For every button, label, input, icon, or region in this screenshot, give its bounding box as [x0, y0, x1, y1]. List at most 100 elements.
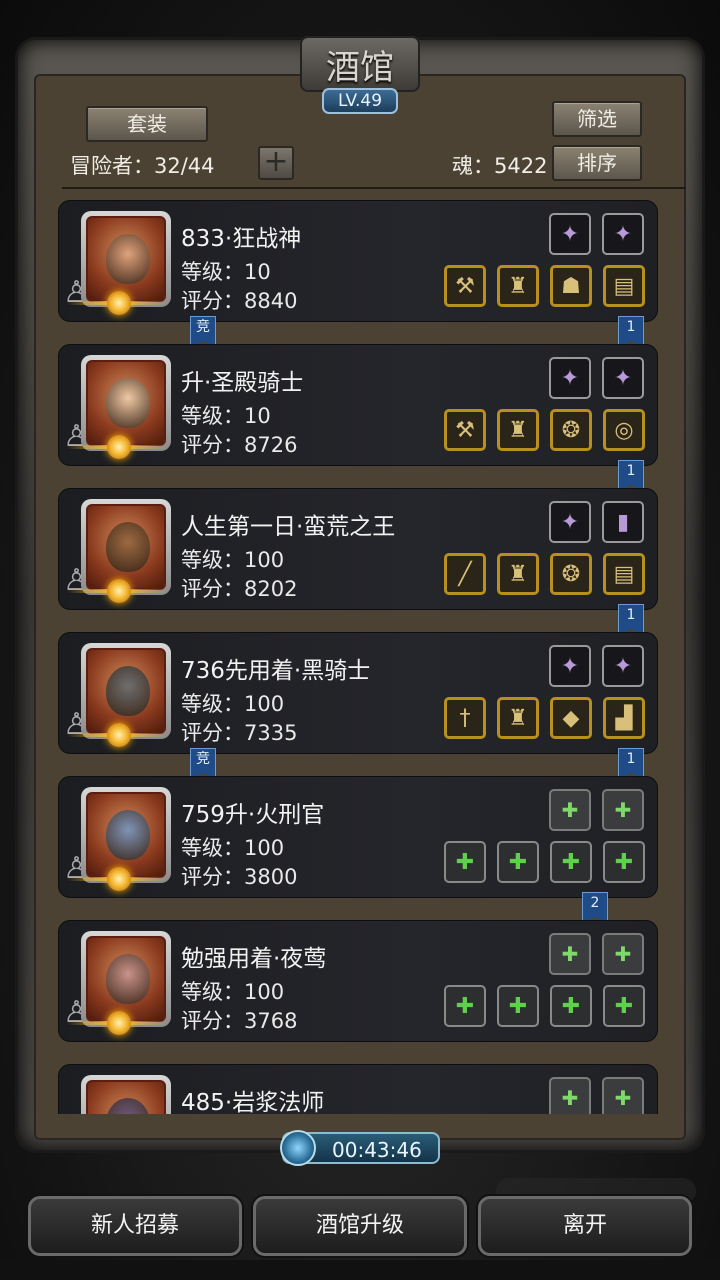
- walk-status-icon: ♙: [63, 851, 90, 886]
- recruit-button[interactable]: 新人招募: [28, 1196, 242, 1256]
- hero-name: 833·狂战神: [181, 226, 302, 252]
- hero-face: [106, 234, 150, 284]
- armor-icon[interactable]: ♜: [497, 553, 539, 595]
- mask-icon[interactable]: ☗: [550, 265, 592, 307]
- empty-equip-slot-icon[interactable]: ✚: [550, 841, 592, 883]
- crystal-icon[interactable]: ✦: [549, 213, 591, 255]
- hero-portrait: [86, 792, 166, 878]
- hammer-icon[interactable]: ⚒: [444, 409, 486, 451]
- hero-card[interactable]: ♙ 759升·火刑官 等级：100 评分：3800 ✚ ✚ ✚ ✚ ✚ ✚: [58, 776, 658, 898]
- hero-card[interactable]: ♙ 升·圣殿骑士 等级：10 评分：8726 ✦ ✦ ⚒ ♜ ❂ ◎: [58, 344, 658, 466]
- empty-gem-slot-icon[interactable]: ✚: [602, 1077, 644, 1114]
- hero-card[interactable]: ♙ 736先用着·黑骑士 等级：100 评分：7335 ✦ ✦ † ♜ ◆ ▟: [58, 632, 658, 754]
- tavern-upgrade-button[interactable]: 酒馆升级: [253, 1196, 467, 1256]
- leave-button[interactable]: 离开: [478, 1196, 692, 1256]
- hero-face: [106, 954, 150, 1004]
- empty-gem-slot-icon[interactable]: ✚: [549, 1077, 591, 1114]
- hero-level: 等级：100: [181, 836, 285, 860]
- hero-score: 评分：8840: [181, 289, 298, 313]
- plus-icon[interactable]: +: [258, 146, 294, 180]
- system-navbar: [0, 1260, 720, 1280]
- hero-list[interactable]: ♙ 833·狂战神 等级：10 评分：8840 ✦ ✦ ⚒ ♜ ☗ ▤ 竞 1 ♙ 升·圣殿骑…: [58, 196, 658, 1114]
- ring-icon[interactable]: ◎: [603, 409, 645, 451]
- gem-icon[interactable]: ◆: [550, 697, 592, 739]
- timer: 00:43:46: [280, 1130, 440, 1166]
- crystal-icon[interactable]: ✦: [549, 501, 591, 543]
- clock-icon: [280, 1130, 316, 1166]
- filter-button[interactable]: 筛选: [552, 101, 642, 137]
- rank-emblem-icon: [107, 867, 131, 891]
- hero-card[interactable]: ♙ 485·岩浆法师 ✚✚: [58, 1064, 658, 1114]
- amulet-icon[interactable]: ❂: [550, 409, 592, 451]
- spear-icon[interactable]: ╱: [444, 553, 486, 595]
- rune-icon[interactable]: ▮: [602, 501, 644, 543]
- armor-icon[interactable]: ♜: [497, 265, 539, 307]
- sword-icon[interactable]: †: [444, 697, 486, 739]
- hero-face: [106, 810, 150, 860]
- empty-gem-slot-icon[interactable]: ✚: [549, 933, 591, 975]
- page-title: 酒馆: [300, 36, 420, 92]
- hero-name: 485·岩浆法师: [181, 1090, 325, 1114]
- hero-score: 评分：3800: [181, 865, 298, 889]
- walk-status-icon: ♙: [63, 275, 90, 310]
- rank-emblem-icon: [107, 291, 131, 315]
- hero-score: 评分：7335: [181, 721, 298, 745]
- empty-equip-slot-icon[interactable]: ✚: [497, 841, 539, 883]
- empty-gem-slot-icon[interactable]: ✚: [549, 789, 591, 831]
- empty-equip-slot-icon[interactable]: ✚: [550, 985, 592, 1027]
- crystal-icon[interactable]: ✦: [549, 357, 591, 399]
- hero-face: [106, 522, 150, 572]
- empty-gem-slot-icon[interactable]: ✚: [602, 933, 644, 975]
- axe-icon[interactable]: ⚒: [444, 265, 486, 307]
- boots-icon[interactable]: ▟: [603, 697, 645, 739]
- hero-card[interactable]: ♙ 833·狂战神 等级：10 评分：8840 ✦ ✦ ⚒ ♜ ☗ ▤: [58, 200, 658, 322]
- hero-name: 759升·火刑官: [181, 802, 325, 828]
- rank-emblem-icon: [107, 579, 131, 603]
- hero-portrait: [86, 504, 166, 590]
- hero-score: 评分：8202: [181, 577, 298, 601]
- hero-name: 人生第一日·蛮荒之王: [181, 514, 396, 540]
- amulet-icon[interactable]: ❂: [550, 553, 592, 595]
- hero-portrait: [86, 1080, 166, 1114]
- rank-emblem-icon: [107, 1011, 131, 1035]
- suit-button[interactable]: 套装: [86, 106, 208, 142]
- empty-gem-slot-icon[interactable]: ✚: [602, 789, 644, 831]
- hero-level: 等级：10: [181, 260, 271, 284]
- divider: [62, 187, 686, 189]
- hero-portrait: [86, 648, 166, 734]
- hero-level: 等级：100: [181, 548, 285, 572]
- empty-equip-slot-icon[interactable]: ✚: [497, 985, 539, 1027]
- hero-name: 升·圣殿骑士: [181, 370, 304, 396]
- hero-card[interactable]: ♙ 勉强用着·夜莺 等级：100 评分：3768 ✚ ✚ ✚ ✚ ✚ ✚: [58, 920, 658, 1042]
- hero-level: 等级：100: [181, 980, 285, 1004]
- empty-equip-slot-icon[interactable]: ✚: [603, 841, 645, 883]
- armor-icon[interactable]: ♜: [497, 409, 539, 451]
- hero-score: 评分：8726: [181, 433, 298, 457]
- rank-emblem-icon: [107, 435, 131, 459]
- empty-equip-slot-icon[interactable]: ✚: [444, 841, 486, 883]
- sort-button[interactable]: 排序: [552, 145, 642, 181]
- hero-name: 736先用着·黑骑士: [181, 658, 371, 684]
- hero-portrait-frame[interactable]: [81, 1075, 171, 1114]
- crystal-icon[interactable]: ✦: [602, 357, 644, 399]
- soul-count: 魂：5422: [452, 154, 548, 178]
- scroll-icon[interactable]: ▤: [603, 265, 645, 307]
- adventurer-count: 冒险者：32/44: [70, 154, 215, 178]
- empty-equip-slot-icon[interactable]: ✚: [603, 985, 645, 1027]
- empty-equip-slot-icon[interactable]: ✚: [444, 985, 486, 1027]
- hero-face: [106, 666, 150, 716]
- tavern-level-badge: LV.49: [322, 88, 398, 114]
- hero-card[interactable]: ♙ 人生第一日·蛮荒之王 等级：100 评分：8202 ✦ ▮ ╱ ♜ ❂ ▤: [58, 488, 658, 610]
- crystal-icon[interactable]: ✦: [602, 213, 644, 255]
- walk-status-icon: ♙: [63, 563, 90, 598]
- armor-icon[interactable]: ♜: [497, 697, 539, 739]
- scroll-icon[interactable]: ▤: [603, 553, 645, 595]
- walk-status-icon: ♙: [63, 707, 90, 742]
- hero-name: 勉强用着·夜莺: [181, 946, 327, 972]
- crystal-icon[interactable]: ✦: [602, 645, 644, 687]
- walk-status-icon: ♙: [63, 419, 90, 454]
- hero-level: 等级：100: [181, 692, 285, 716]
- crystal-icon[interactable]: ✦: [549, 645, 591, 687]
- hero-face: [106, 1098, 150, 1114]
- walk-status-icon: ♙: [63, 995, 90, 1030]
